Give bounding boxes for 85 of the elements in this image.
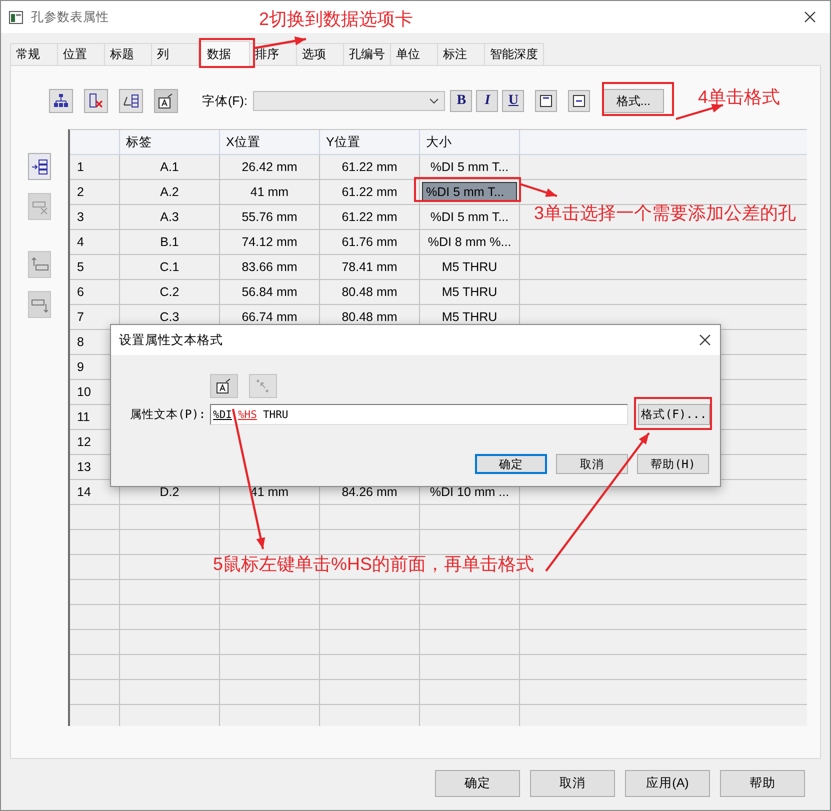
down-row-icon bbox=[30, 296, 48, 312]
table-cell: 80.48 mm bbox=[320, 280, 420, 305]
table-cell: C.2 bbox=[120, 280, 220, 305]
dialog-button[interactable]: 取消 bbox=[530, 770, 615, 797]
resize-arrow-icon bbox=[255, 378, 271, 394]
bold-button[interactable]: B bbox=[450, 90, 472, 112]
dialog-button[interactable]: 取消 bbox=[556, 454, 628, 474]
delete-column-icon bbox=[88, 93, 104, 109]
annotation-text: 2切换到数据选项卡 bbox=[259, 8, 414, 31]
annotation-arrow bbox=[676, 104, 724, 120]
underline-button[interactable]: U bbox=[502, 90, 524, 112]
dialog-button[interactable]: 确定 bbox=[435, 770, 520, 797]
insert-row-button[interactable] bbox=[28, 153, 51, 180]
row-number: 1 bbox=[70, 155, 120, 180]
dialog-button[interactable]: 帮助(H) bbox=[637, 454, 709, 474]
table-cell: 41 mm bbox=[220, 180, 320, 205]
format-button[interactable]: 格式(F)... bbox=[638, 404, 710, 425]
table-cell: A.3 bbox=[120, 205, 220, 230]
column-header[interactable]: 大小 bbox=[420, 130, 520, 155]
table-cell[interactable]: %DI 5 mm T... bbox=[420, 180, 520, 205]
text-tool-button[interactable] bbox=[154, 89, 178, 113]
insert-row-icon bbox=[30, 158, 48, 174]
columns-tool-button[interactable] bbox=[119, 89, 143, 113]
columns-icon bbox=[123, 93, 139, 109]
dialog-button[interactable]: 帮助 bbox=[720, 770, 805, 797]
table-cell: 61.22 mm bbox=[320, 205, 420, 230]
row-number: 6 bbox=[70, 280, 120, 305]
table-cell: C.1 bbox=[120, 255, 220, 280]
annotation-text: 3单击选择一个需要添加公差的孔 bbox=[534, 202, 796, 225]
row-number: 2 bbox=[70, 180, 120, 205]
table-cell[interactable]: %DI 5 mm T... bbox=[420, 205, 520, 230]
table-cell: 61.22 mm bbox=[320, 155, 420, 180]
property-text-field[interactable]: %DI %HS THRU bbox=[210, 404, 628, 425]
align-middle-icon bbox=[572, 94, 586, 108]
column-header[interactable]: X位置 bbox=[220, 130, 320, 155]
tree-icon bbox=[53, 93, 69, 109]
table-cell: 78.41 mm bbox=[320, 255, 420, 280]
align-top-button[interactable] bbox=[535, 90, 558, 112]
text-frame-icon bbox=[216, 378, 232, 394]
delete-tool-button[interactable] bbox=[84, 89, 108, 113]
dialog-title: 设置属性文本格式 bbox=[119, 332, 223, 348]
window-icon bbox=[9, 10, 23, 24]
dialog-button[interactable]: 确定 bbox=[475, 454, 547, 474]
tab[interactable]: 智能深度 bbox=[484, 43, 544, 65]
table-cell: 26.42 mm bbox=[220, 155, 320, 180]
table-cell[interactable]: M5 THRU bbox=[420, 280, 520, 305]
row-number: 4 bbox=[70, 230, 120, 255]
italic-button[interactable]: I bbox=[476, 90, 498, 112]
tree-tool-button[interactable] bbox=[49, 89, 73, 113]
text-tool-button[interactable] bbox=[210, 374, 238, 398]
remove-row-icon bbox=[30, 198, 48, 214]
annotation-text: 4单击格式 bbox=[698, 86, 780, 109]
align-top-icon bbox=[539, 94, 554, 108]
chevron-down-icon bbox=[429, 98, 440, 104]
table-cell: A.1 bbox=[120, 155, 220, 180]
table-cell: A.2 bbox=[120, 180, 220, 205]
font-label: 字体(F): bbox=[202, 92, 248, 110]
highlight-frame bbox=[602, 82, 674, 116]
annotation-arrow bbox=[254, 36, 306, 50]
table-cell[interactable]: %DI 8 mm %... bbox=[420, 230, 520, 255]
table-cell[interactable]: M5 THRU bbox=[420, 255, 520, 280]
column-header[interactable]: Y位置 bbox=[320, 130, 420, 155]
close-icon[interactable] bbox=[804, 11, 816, 23]
row-number: 5 bbox=[70, 255, 120, 280]
dialog-button[interactable]: 应用(A) bbox=[625, 770, 710, 797]
highlight-frame bbox=[199, 38, 255, 68]
tab[interactable]: 数据 bbox=[198, 41, 250, 66]
format-button[interactable]: 格式... bbox=[602, 89, 664, 113]
table-cell: 55.76 mm bbox=[220, 205, 320, 230]
annotation-text: 5鼠标左键单击%HS的前面，再单击格式 bbox=[213, 553, 534, 576]
window-title: 孔参数表属性 bbox=[31, 8, 109, 26]
close-icon[interactable] bbox=[699, 334, 711, 346]
field-label: 属性文本(P): bbox=[130, 407, 207, 422]
table-cell: 74.12 mm bbox=[220, 230, 320, 255]
table-cell: 83.66 mm bbox=[220, 255, 320, 280]
table-cell: 56.84 mm bbox=[220, 280, 320, 305]
text-frame-icon bbox=[158, 93, 174, 109]
up-row-icon bbox=[30, 256, 48, 272]
tab[interactable]: 常规 bbox=[10, 43, 58, 65]
table-cell: 61.76 mm bbox=[320, 230, 420, 255]
column-header[interactable]: 标签 bbox=[120, 130, 220, 155]
annotation-arrow bbox=[520, 182, 558, 198]
align-middle-button[interactable] bbox=[568, 90, 590, 112]
row-number: 3 bbox=[70, 205, 120, 230]
table-cell: B.1 bbox=[120, 230, 220, 255]
